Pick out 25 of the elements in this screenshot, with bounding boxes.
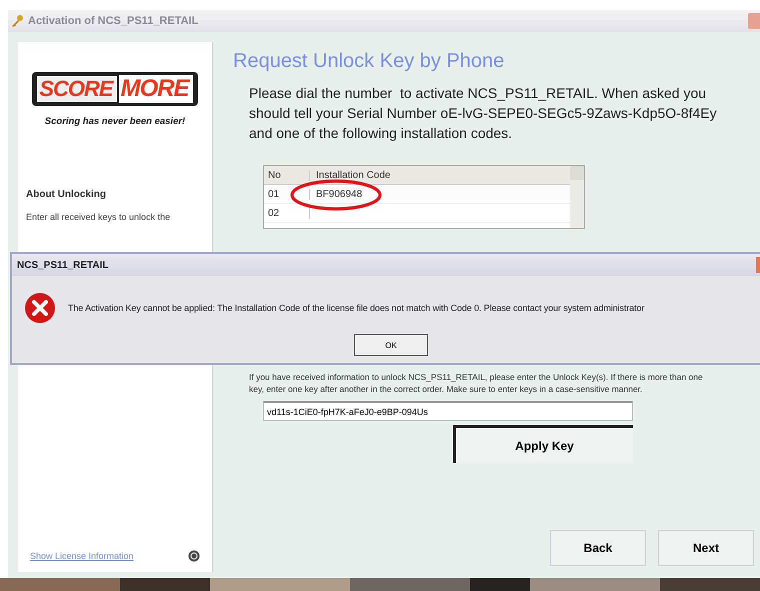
- close-button[interactable]: [748, 13, 760, 29]
- intro-text: Please dial the number to activate NCS_PS11_RETAIL. When asked you should tell your Serial Number oE-lvG-SEPE0-SEGc5-9Zaws-Kdp5O-8f4Ey and one of the following installation codes.: [249, 84, 718, 143]
- error-icon: [24, 292, 56, 324]
- instructions-text: If you have received information to unlock NCS_PS11_RETAIL, please enter the Unlock Key(s). If there is more than one key, enter one key after another in the correct order. Make sure to enter keys in a case-sensitive manner.: [249, 371, 704, 395]
- logo: SCORE MORE: [32, 72, 198, 106]
- help-icon[interactable]: [188, 550, 200, 562]
- table-cell: 01: [264, 188, 310, 200]
- dialog-title: NCS_PS11_RETAIL: [17, 260, 110, 270]
- apply-key-button[interactable]: Apply Key: [453, 425, 633, 463]
- tagline: Scoring has never been easier!: [44, 116, 186, 127]
- error-message: The Activation Key cannot be applied: The Installation Code of the license file does not match with Code 0. Please contact your system administrator: [68, 303, 644, 313]
- scrollbar[interactable]: [570, 166, 584, 228]
- section-heading: About Unlocking: [26, 189, 107, 200]
- column-header[interactable]: No: [264, 170, 310, 180]
- column-header[interactable]: Installation Code: [310, 170, 390, 180]
- page-heading: Request Unlock Key by Phone: [233, 50, 506, 73]
- nav-button[interactable]: Next: [658, 530, 754, 566]
- window-title: Activation of NCS_PS11_RETAIL: [28, 15, 200, 27]
- key-icon: [10, 14, 24, 28]
- unlock-key-field[interactable]: vd11s-1CiE0-fpH7K-aFeJ0-e9BP-094Us: [263, 401, 633, 421]
- table-cell: 02: [264, 208, 310, 218]
- nav-button[interactable]: Back: [550, 530, 646, 566]
- table-cell: BF906948: [310, 188, 362, 200]
- ok-button[interactable]: OK: [354, 334, 428, 356]
- section-text: Enter all received keys to unlock the: [26, 212, 172, 222]
